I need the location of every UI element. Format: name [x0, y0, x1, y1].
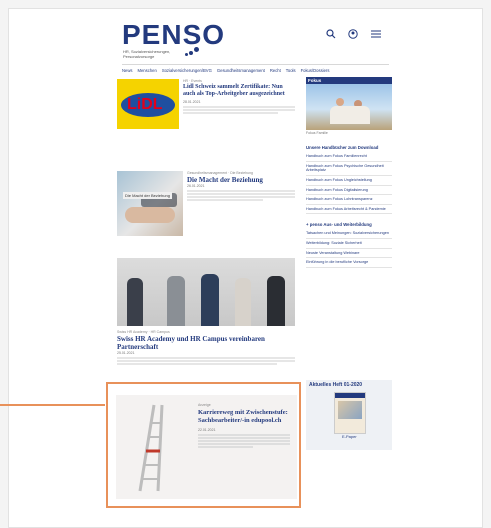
epaper-label[interactable]: E-Paper: [342, 434, 357, 439]
article-kicker: Swiss HR Academy · HR Campus: [117, 330, 170, 334]
group-photo-image: [117, 258, 295, 326]
main-nav: News Menschen Sozialversicherungen/BVG G…: [122, 64, 389, 73]
sidebar-course-link[interactable]: Einführung in die berufliche Vorsorge: [306, 258, 392, 268]
sidebar-download-link[interactable]: Handbuch zum Fokus Familienrecht: [306, 152, 392, 162]
image-overlay-label: Die Macht der Beziehung: [123, 192, 172, 199]
article-card[interactable]: LiDL HR · Events Lidl Schweiz sammelt Ze…: [117, 79, 295, 141]
sidebar-download-link[interactable]: Handbuch zum Fokus Arbeitsrecht & Pandem…: [306, 205, 392, 215]
sidebar-download-link[interactable]: Handbuch zum Fokus Digitalisierung: [306, 186, 392, 196]
article-date: 28.01.2021: [183, 100, 201, 104]
article-kicker: HR · Events: [183, 79, 202, 83]
search-icon[interactable]: [326, 29, 336, 39]
current-issue-label: Aktuelles Heft 01-2020: [309, 382, 363, 388]
nav-item-news[interactable]: News: [122, 68, 132, 73]
downloads-heading: Unsere Handbücher zum Download: [306, 145, 379, 151]
article-card[interactable]: Die Macht der Beziehung Gesundheitsmanag…: [117, 171, 295, 241]
fokus-caption[interactable]: Fokus Familie: [306, 131, 392, 135]
nav-item-sozialversicherungen[interactable]: Sozialversicherungen/BVG: [162, 68, 212, 73]
article-date: 25.01.2021: [117, 351, 135, 355]
tagline: HR, Sozialversicherungen, Personalvorsor…: [123, 49, 171, 59]
highlight-frame: [106, 382, 301, 508]
callout-line: [0, 404, 105, 406]
sidebar-course-link[interactable]: Tatsachen und Meinungen: Sozialversicher…: [306, 229, 392, 239]
fokus-family-image[interactable]: [306, 84, 392, 130]
nav-item-fokus[interactable]: Fokus/Dossiers: [301, 68, 330, 73]
header-icons: [326, 29, 382, 39]
sidebar-download-link[interactable]: Handbuch zum Fokus Ungleichstellung: [306, 176, 392, 186]
lidl-logo-image: LiDL: [117, 79, 179, 129]
sidebar-download-link[interactable]: Handbuch zum Fokus Lohntransparenz: [306, 195, 392, 205]
menu-icon[interactable]: [370, 29, 382, 39]
weiterbildung-heading: + penso Aus- und Weiterbildung: [306, 222, 372, 228]
sidebar: Fokus Fokus Familie Unsere Handbücher zu…: [306, 77, 392, 268]
nav-item-tools[interactable]: Tools: [286, 68, 296, 73]
sidebar-course-link[interactable]: Weiterbildung: Soziale Sicherheit: [306, 239, 392, 249]
article-title[interactable]: Die Macht der Beziehung: [187, 176, 295, 184]
current-issue-box[interactable]: Aktuelles Heft 01-2020 E-Paper: [306, 380, 392, 450]
sidebar-course-link[interactable]: Neuste Veranstaltung Webinare: [306, 249, 392, 259]
article-title[interactable]: Swiss HR Academy und HR Campus vereinbar…: [117, 335, 295, 351]
penso-logo[interactable]: PENSO: [122, 21, 225, 49]
nav-item-gesundheitsmanagement[interactable]: Gesundheitsmanagement: [217, 68, 265, 73]
sidebar-download-link[interactable]: Handbuch zum Fokus Psychische Gesundheit…: [306, 162, 392, 176]
sidebar-fokus-heading: Fokus: [306, 77, 392, 84]
article-card[interactable]: Swiss HR Academy · HR Campus Swiss HR Ac…: [117, 258, 295, 388]
nav-item-menschen[interactable]: Menschen: [137, 68, 156, 73]
page: PENSO HR, Sozialversicherungen, Personal…: [8, 8, 483, 528]
nav-item-recht[interactable]: Recht: [270, 68, 281, 73]
article-kicker: Gesundheitsmanagement · Die Beziehung: [187, 171, 253, 175]
user-icon[interactable]: [348, 29, 358, 39]
handshake-image: Die Macht der Beziehung: [117, 171, 183, 236]
logo-dots-icon: [185, 46, 199, 58]
magazine-cover-image: [334, 392, 366, 434]
article-title[interactable]: Lidl Schweiz sammelt Zertifikate: Nun au…: [183, 84, 295, 98]
article-date: 26.01.2021: [187, 184, 205, 188]
